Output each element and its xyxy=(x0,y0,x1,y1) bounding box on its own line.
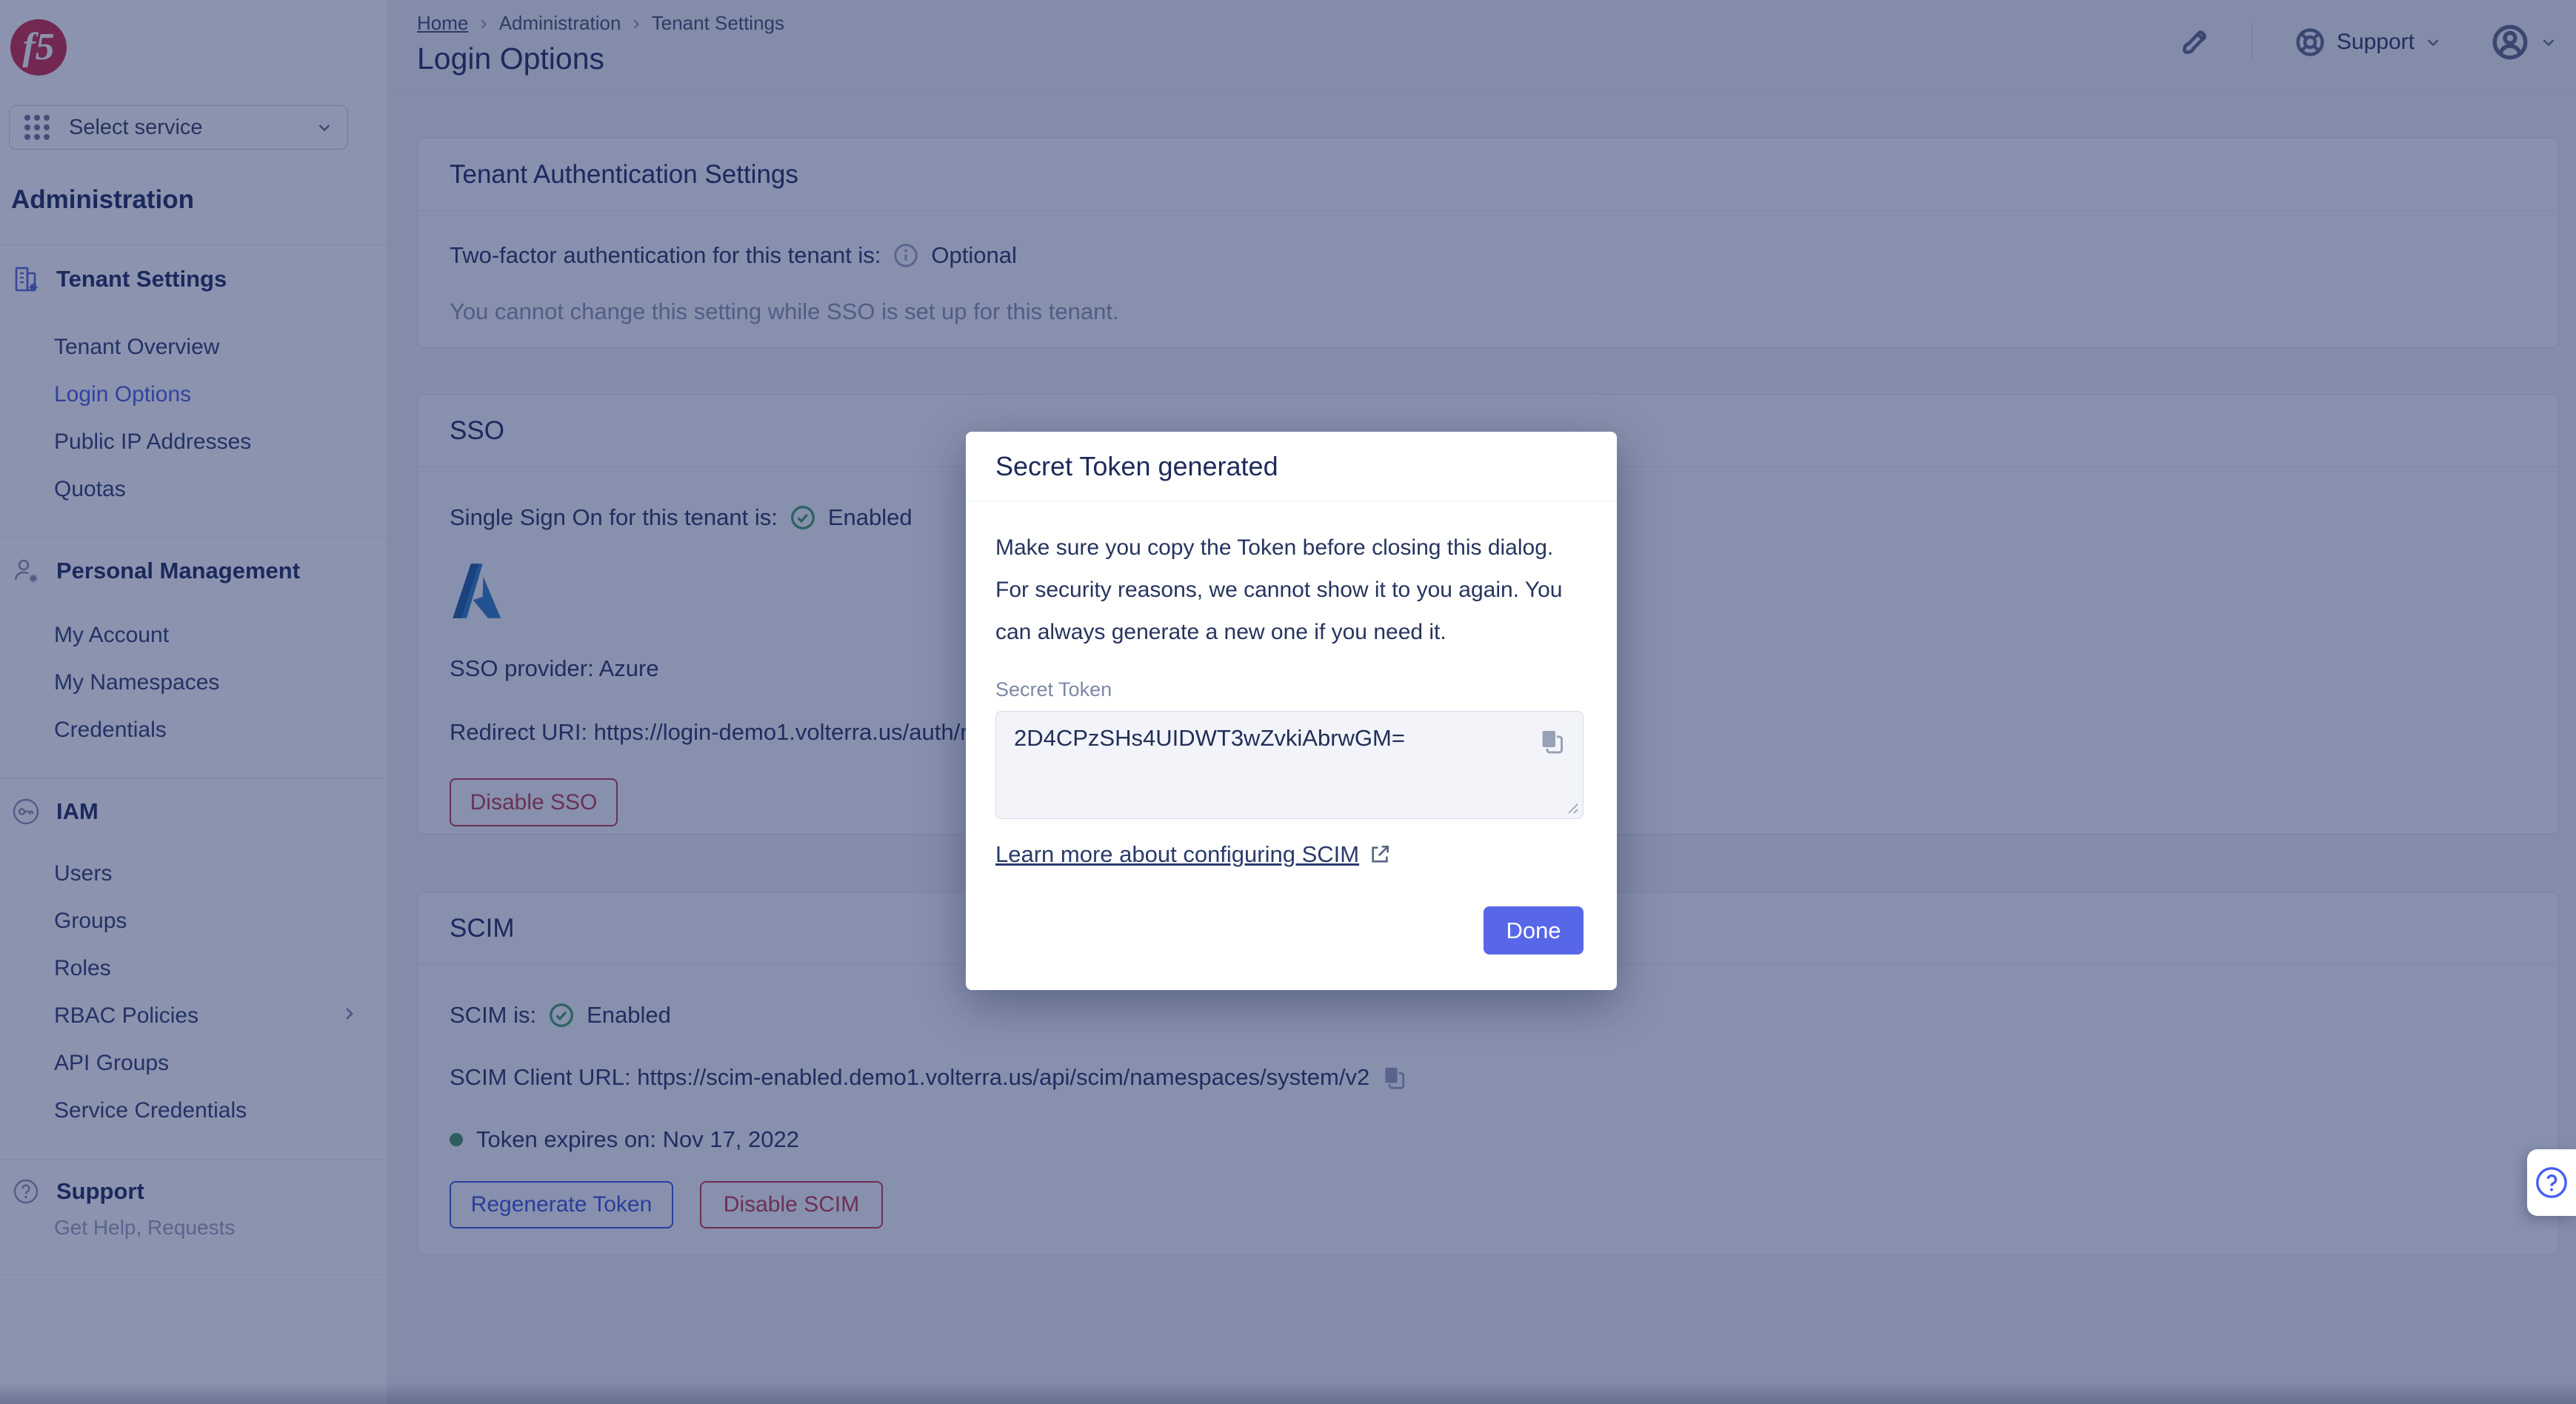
modal-title: Secret Token generated xyxy=(995,451,1278,482)
resize-handle[interactable] xyxy=(1563,798,1579,815)
secret-token-modal: Secret Token generated Make sure you cop… xyxy=(966,432,1617,990)
secret-token-label: Secret Token xyxy=(995,678,1587,701)
learn-more-scim-link[interactable]: Learn more about configuring SCIM xyxy=(995,841,1359,868)
app-screen: f5 Select service Administration Tenant … xyxy=(0,0,2576,1404)
modal-header: Secret Token generated xyxy=(966,432,1617,501)
secret-token-value: 2D4CPzSHs4UIDWT3wZvkiAbrwGM= xyxy=(1014,725,1405,751)
modal-body-text: Make sure you copy the Token before clos… xyxy=(995,526,1587,653)
help-question-icon xyxy=(2535,1166,2569,1200)
copy-icon[interactable] xyxy=(1538,728,1565,755)
external-link-icon xyxy=(1368,843,1392,866)
done-button[interactable]: Done xyxy=(1484,906,1584,955)
secret-token-textarea[interactable]: 2D4CPzSHs4UIDWT3wZvkiAbrwGM= xyxy=(995,711,1584,819)
help-fab-button[interactable] xyxy=(2527,1149,2576,1216)
